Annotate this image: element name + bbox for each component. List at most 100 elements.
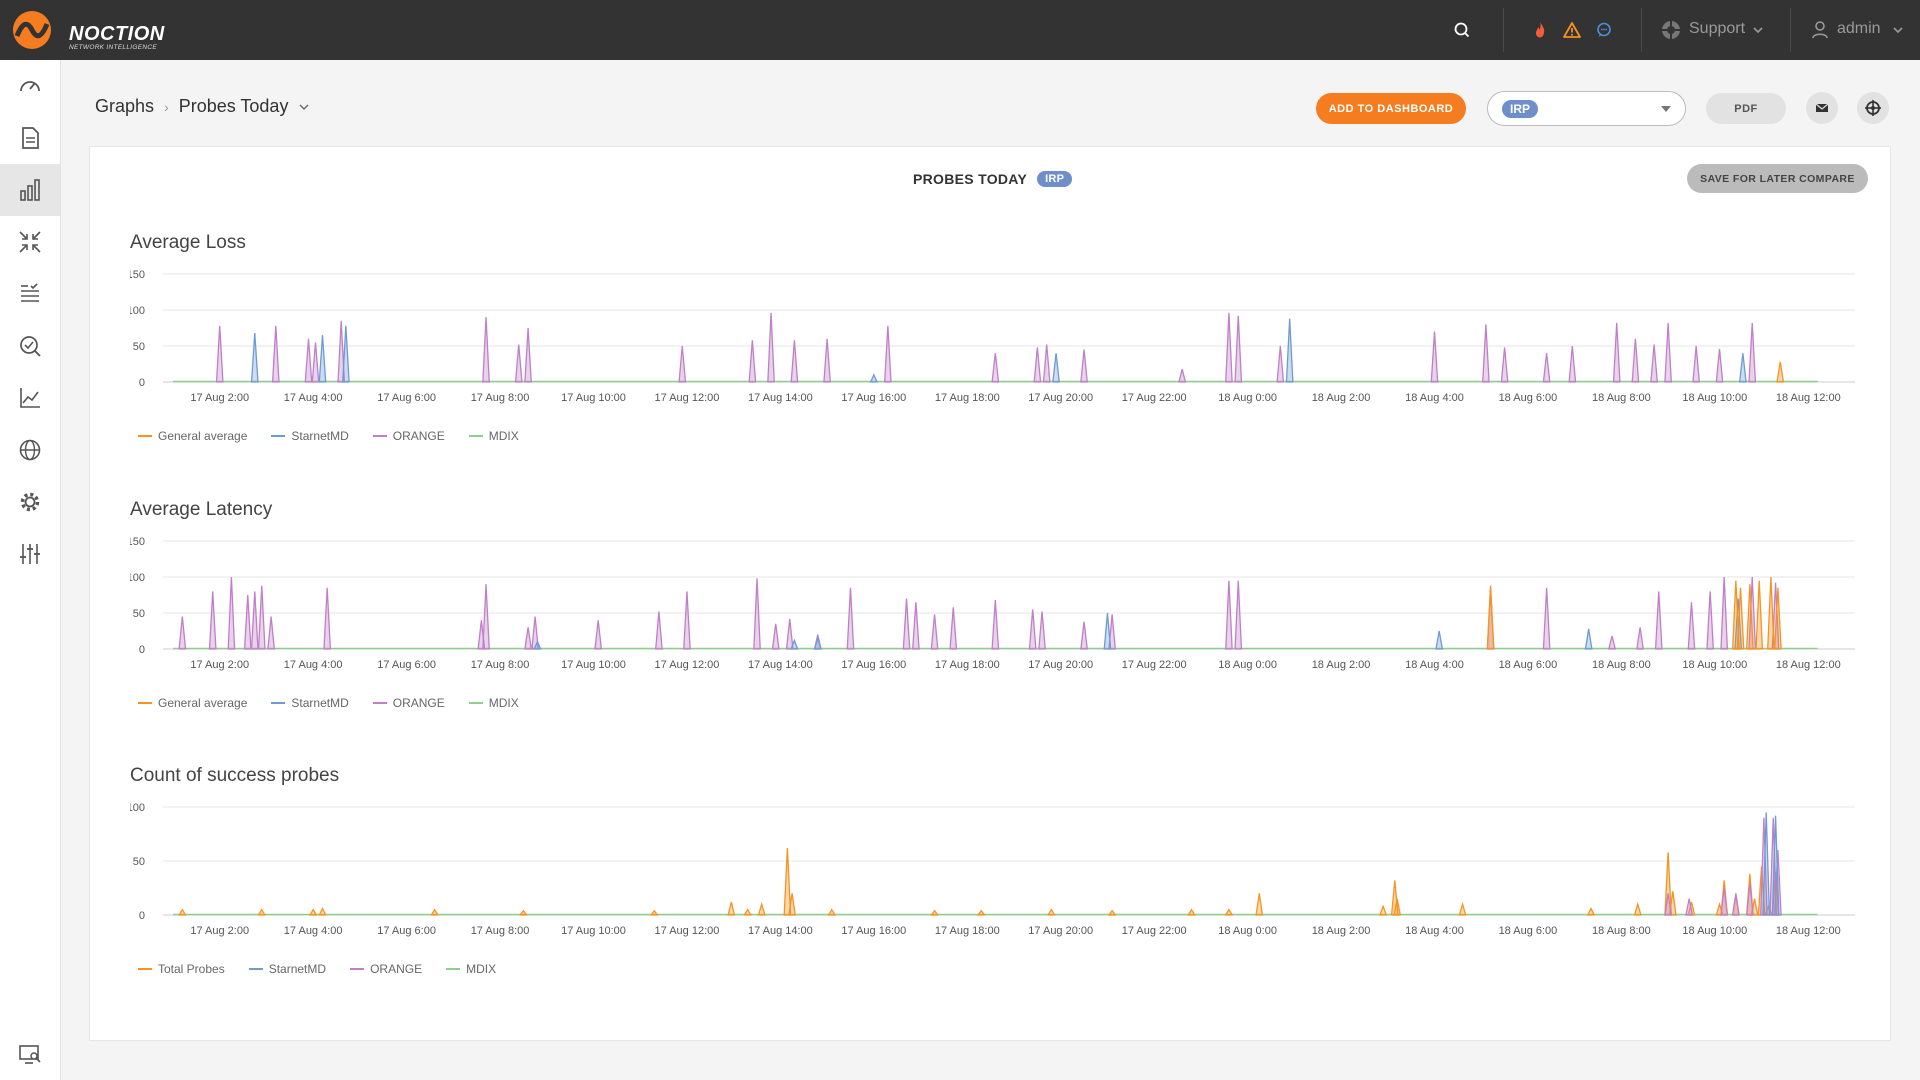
average-loss-plot[interactable]: 0 50 100 150 17 Aug 2:00 17 Aug 4:00 17 Aug 6:…	[130, 262, 1870, 422]
data-spike-starnetmd[interactable]	[1584, 628, 1593, 650]
data-spike-orange[interactable]	[1631, 338, 1640, 383]
fire-alert-icon[interactable]	[1528, 18, 1552, 42]
data-spike-orange[interactable]	[1748, 322, 1757, 383]
noction-logo[interactable]: NOCTION NETWORK INTELLIGENCE	[12, 10, 182, 52]
sidebar-item-monitor[interactable]	[0, 1028, 60, 1080]
data-spike-orange[interactable]	[823, 338, 832, 383]
data-spike-starnetmd[interactable]	[1052, 353, 1060, 383]
data-spike-orange[interactable]	[1500, 347, 1509, 383]
data-spike-orange[interactable]	[991, 599, 1000, 650]
data-spike-orange[interactable]	[514, 344, 523, 383]
data-spike-total-probes[interactable]	[827, 908, 837, 916]
data-spike-total-probes[interactable]	[430, 908, 439, 916]
data-spike-orange[interactable]	[1225, 312, 1233, 383]
data-spike-starnetmd[interactable]	[813, 635, 822, 650]
data-spike-orange[interactable]	[524, 627, 533, 650]
data-spike-orange[interactable]	[524, 327, 532, 383]
data-spike-orange[interactable]	[1654, 591, 1663, 650]
data-spike-orange[interactable]	[771, 623, 780, 650]
support-menu[interactable]: Support	[1660, 18, 1770, 42]
provider-select[interactable]: IRP	[1487, 91, 1686, 126]
legend-item-orange[interactable]: ORANGE	[372, 696, 445, 710]
data-spike-total-probes[interactable]	[783, 848, 792, 916]
legend-item-general-average[interactable]: General average	[138, 429, 247, 443]
data-spike-total-probes[interactable]	[743, 908, 753, 916]
data-spike-general-average[interactable]	[1767, 576, 1775, 650]
data-spike-orange[interactable]	[949, 607, 958, 650]
data-spike-orange[interactable]	[748, 340, 757, 383]
data-spike-orange[interactable]	[311, 342, 320, 383]
data-spike-orange[interactable]	[1720, 576, 1729, 650]
data-spike-orange[interactable]	[1664, 322, 1672, 383]
sidebar-item-globe[interactable]	[0, 424, 60, 476]
pdf-export-button[interactable]: PDF	[1706, 93, 1786, 124]
user-menu[interactable]: admin	[1810, 18, 1910, 42]
data-spike-starnetmd[interactable]	[250, 332, 259, 383]
data-spike-orange[interactable]	[785, 618, 794, 650]
sidebar-item-sliders[interactable]	[0, 528, 60, 580]
data-spike-orange[interactable]	[902, 598, 911, 650]
data-spike-orange[interactable]	[1430, 331, 1439, 383]
data-spike-orange[interactable]	[1482, 324, 1490, 383]
data-spike-orange[interactable]	[257, 585, 266, 650]
data-spike-total-probes[interactable]	[1107, 909, 1117, 916]
data-spike-orange[interactable]	[215, 325, 224, 383]
data-spike-orange[interactable]	[753, 578, 761, 650]
save-for-later-compare-button[interactable]: SAVE FOR LATER COMPARE	[1687, 164, 1868, 193]
data-spike-orange[interactable]	[271, 325, 280, 383]
data-spike-orange[interactable]	[267, 616, 276, 650]
breadcrumb-current-page[interactable]: Probes Today	[179, 96, 289, 117]
data-spike-orange[interactable]	[1042, 344, 1051, 383]
data-spike-general-average[interactable]	[1776, 361, 1785, 383]
sidebar-item-settings[interactable]	[0, 476, 60, 528]
data-spike-starnetmd[interactable]	[1738, 353, 1747, 383]
email-button[interactable]	[1806, 92, 1838, 124]
data-spike-total-probes[interactable]	[757, 901, 766, 916]
data-spike-orange[interactable]	[1178, 368, 1187, 383]
data-spike-orange[interactable]	[1636, 627, 1645, 650]
sidebar-item-compress[interactable]	[0, 216, 60, 268]
data-spike-orange[interactable]	[1080, 621, 1089, 650]
warning-icon[interactable]	[1560, 18, 1584, 42]
legend-item-total-probes[interactable]: Total Probes	[138, 962, 225, 976]
data-spike-orange[interactable]	[304, 338, 313, 383]
data-spike-starnetmd[interactable]	[869, 373, 879, 383]
data-spike-orange[interactable]	[1542, 353, 1551, 383]
breadcrumb-graphs-link[interactable]: Graphs	[95, 96, 154, 117]
data-spike-orange[interactable]	[991, 353, 1000, 383]
data-spike-orange[interactable]	[1028, 609, 1037, 650]
data-spike-starnetmd[interactable]	[341, 325, 350, 383]
sidebar-item-dashboard[interactable]	[0, 60, 60, 112]
data-spike-total-probes[interactable]	[1187, 908, 1196, 916]
data-spike-orange[interactable]	[250, 591, 259, 650]
data-spike-orange[interactable]	[323, 587, 332, 650]
data-spike-orange[interactable]	[482, 584, 490, 650]
data-spike-total-probes[interactable]	[1586, 907, 1596, 916]
data-spike-orange[interactable]	[178, 616, 187, 650]
data-spike-total-probes[interactable]	[1458, 901, 1467, 916]
legend-item-starnetmd[interactable]: StarnetMD	[271, 429, 349, 443]
sidebar-item-line-chart[interactable]	[0, 372, 60, 424]
data-spike-total-probes[interactable]	[1255, 893, 1264, 916]
data-spike-orange[interactable]	[930, 614, 939, 650]
data-spike-total-probes[interactable]	[1633, 901, 1642, 916]
add-to-dashboard-button[interactable]: ADD TO DASHBOARD	[1316, 93, 1466, 124]
data-spike-starnetmd[interactable]	[1435, 630, 1444, 650]
data-spike-starnetmd[interactable]	[318, 335, 327, 383]
average-latency-plot[interactable]: 0 50 100 150 17 Aug 2:00 17 Aug 4:00 17 Aug 6:…	[130, 529, 1870, 689]
data-spike-general-average[interactable]	[1486, 585, 1495, 650]
data-spike-total-probes[interactable]	[308, 908, 318, 916]
data-spike-total-probes[interactable]	[976, 909, 986, 916]
data-spike-orange[interactable]	[1542, 587, 1551, 650]
data-spike-total-probes[interactable]	[1378, 904, 1388, 916]
target-button[interactable]	[1857, 92, 1889, 124]
data-spike-orange[interactable]	[1612, 322, 1621, 383]
data-spike-orange[interactable]	[1731, 893, 1740, 916]
success-probes-plot[interactable]: 0 50 100 17 Aug 2:00 17 Aug 4:00 17 Aug 6:00 1…	[130, 795, 1870, 955]
sidebar-item-reports[interactable]	[0, 112, 60, 164]
data-spike-orange[interactable]	[683, 591, 691, 650]
data-spike-orange[interactable]	[1706, 591, 1715, 650]
data-spike-orange[interactable]	[1033, 347, 1042, 383]
data-spike-orange[interactable]	[227, 576, 236, 650]
search-icon[interactable]	[1450, 18, 1474, 42]
